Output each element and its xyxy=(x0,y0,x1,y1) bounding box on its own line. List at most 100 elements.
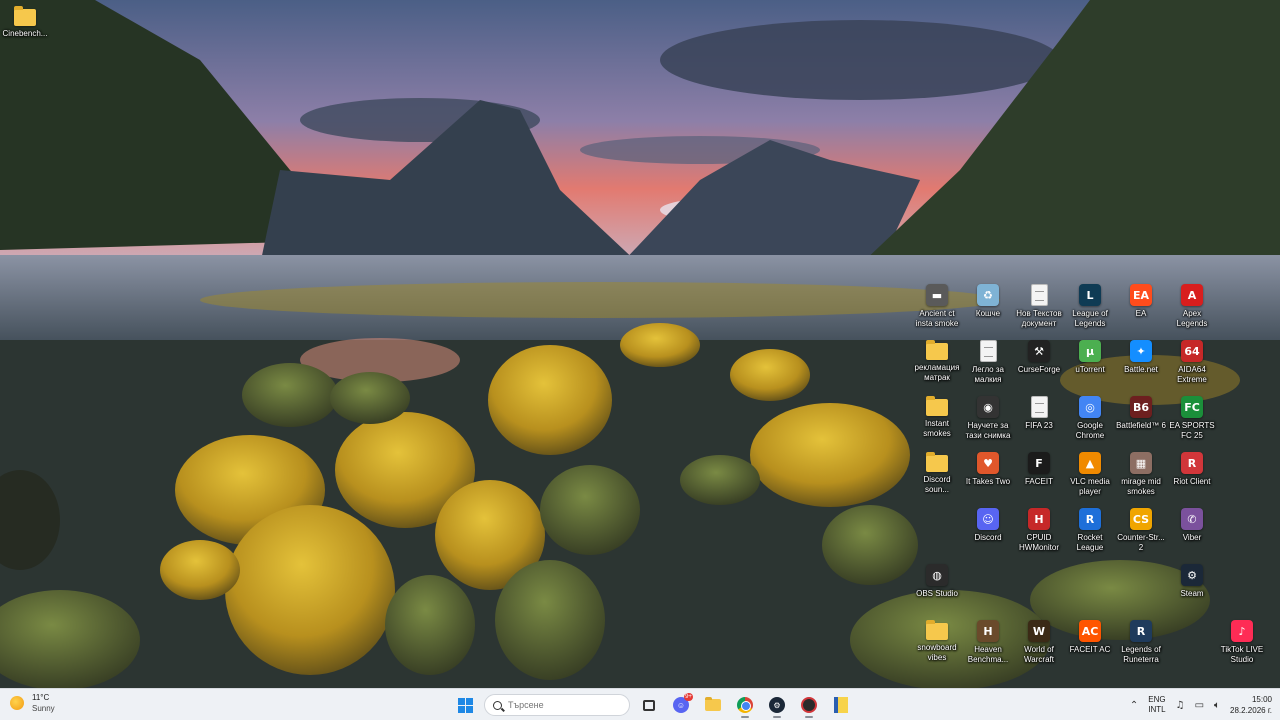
desktop-icon-obs[interactable]: ◍ OBS Studio xyxy=(912,564,962,599)
desktop-icon-world-of-warcraft[interactable]: W World of Warcraft xyxy=(1014,620,1064,665)
desktop-icon-label: Кошче xyxy=(975,309,1001,318)
vlc-icon: ▲ xyxy=(1079,452,1101,474)
chrome-icon: ◎ xyxy=(1079,396,1101,418)
desktop-icon-label: Ancient ct insta smoke xyxy=(915,309,959,328)
desktop-icon-legends-of-runeterra[interactable]: R Legends of Runeterra xyxy=(1116,620,1166,665)
desktop-icon-label: AIDA64 Extreme xyxy=(1177,365,1207,384)
taskbar: 11°C Sunny ☺ 9+ ⚙ xyxy=(0,688,1280,720)
desktop-icon-battlenet[interactable]: ✦ Battle.net xyxy=(1116,340,1166,375)
desktop-icon-folder[interactable]: snowboard vibes xyxy=(912,620,962,663)
desktop-icon-folder[interactable]: рекламация матрак xyxy=(912,340,962,383)
clock-time: 15:00 xyxy=(1251,695,1272,704)
battlenet-icon: ✦ xyxy=(1130,340,1152,362)
desktop-icon-label: TikTok LIVE Studio xyxy=(1220,645,1264,664)
desktop-icon-viber[interactable]: ✆ Viber xyxy=(1167,508,1217,543)
desktop-icon-label: FIFA 23 xyxy=(1025,421,1053,430)
aida64-icon: 64 xyxy=(1181,340,1203,362)
desktop-icon-ea-sports-fc[interactable]: FC EA SPORTS FC 25 xyxy=(1167,396,1217,441)
faceit-ac-icon: AC xyxy=(1079,620,1101,642)
desktop-icon-aida64[interactable]: 64 AIDA64 Extreme xyxy=(1167,340,1217,385)
riot-taskbar-button[interactable] xyxy=(796,692,822,718)
desktop-icon-label: Instant smokes xyxy=(923,419,951,438)
riot-client-icon: R xyxy=(1181,452,1203,474)
clock[interactable]: 15:00 28.2.2026 г. xyxy=(1230,694,1272,716)
steam-taskbar-button[interactable]: ⚙ xyxy=(764,692,790,718)
desktop-icon-league-of-legends[interactable]: L League of Legends xyxy=(1065,284,1115,329)
desktop-icon-label: Riot Client xyxy=(1173,477,1211,486)
rocket-league-icon: R xyxy=(1079,508,1101,530)
desktop-icon-folder[interactable]: Instant smokes xyxy=(912,396,962,439)
discord-taskbar-button[interactable]: ☺ 9+ xyxy=(668,692,694,718)
chrome-taskbar-button[interactable] xyxy=(732,692,758,718)
it-takes-two-icon: ♥ xyxy=(977,452,999,474)
monitor-icon: ▬ xyxy=(926,284,948,306)
desktop-icon-steam[interactable]: ⚙ Steam xyxy=(1167,564,1217,599)
desktop-icon-label: OBS Studio xyxy=(916,589,958,598)
desktop-icon-it-takes-two[interactable]: ♥ It Takes Two xyxy=(963,452,1013,487)
desktop-icon-ea[interactable]: EA EA xyxy=(1116,284,1166,319)
desktop-icon-rocket-league[interactable]: R Rocket League xyxy=(1065,508,1115,553)
desktop-icon-tiktok-live-studio[interactable]: ♪ TikTok LIVE Studio xyxy=(1217,620,1267,665)
chevron-up-icon[interactable]: ⌃ xyxy=(1130,700,1138,711)
desktop-icon-battlefield[interactable]: B6 Battlefield™ 6 xyxy=(1116,396,1166,431)
desktop-icon-hwmonitor[interactable]: H CPUID HWMonitor xyxy=(1014,508,1064,553)
world-of-warcraft-icon: W xyxy=(1028,620,1050,642)
desktop-icon-label: Counter-Str... 2 xyxy=(1117,533,1165,552)
language-indicator[interactable]: ENG INTL xyxy=(1148,695,1165,715)
weather-temperature: 11°C xyxy=(32,693,50,702)
desktop-icon-label: Battlefield™ 6 xyxy=(1116,421,1166,430)
language-code: ENG xyxy=(1148,695,1166,704)
desktop-icon-heaven-benchmark[interactable]: H Heaven Benchma... xyxy=(963,620,1013,665)
task-view-button[interactable] xyxy=(636,692,662,718)
camera-icon: ◉ xyxy=(977,396,999,418)
desktop-icon-recycle-bin[interactable]: ♻ Кошче xyxy=(963,284,1013,319)
desktop-icon-monitor[interactable]: ▬ Ancient ct insta smoke xyxy=(912,284,962,329)
chrome-icon xyxy=(737,697,753,713)
start-button[interactable] xyxy=(452,692,478,718)
viber-icon: ✆ xyxy=(1181,508,1203,530)
weather-widget[interactable]: 11°C Sunny xyxy=(10,692,55,714)
desktop-icon-curseforge[interactable]: ⚒ CurseForge xyxy=(1014,340,1064,375)
desktop-icon-faceit[interactable]: F FACEIT xyxy=(1014,452,1064,487)
steam-icon: ⚙ xyxy=(769,697,785,713)
desktop-icon-vlc[interactable]: ▲ VLC media player xyxy=(1065,452,1115,497)
desktop-icon-text-document[interactable]: Нов Текстов документ xyxy=(1014,284,1064,329)
desktop-icon-label: рекламация матрак xyxy=(914,363,960,382)
desktop-icon-discord[interactable]: ☺ Discord xyxy=(963,508,1013,543)
desktop-icon-text-document[interactable]: FIFA 23 xyxy=(1014,396,1064,431)
desktop-icon-riot-client[interactable]: R Riot Client xyxy=(1167,452,1217,487)
desktop-icon-label: EA xyxy=(1135,309,1147,318)
desktop-icon-faceit-ac[interactable]: AC FACEIT AC xyxy=(1065,620,1115,655)
desktop-icon-apex-legends[interactable]: A Apex Legends xyxy=(1167,284,1217,329)
desktop-icon-label: Лeглo за малкия xyxy=(972,365,1004,384)
desktop-icon-utorrent[interactable]: µ uTorrent xyxy=(1065,340,1115,375)
desktop-icon-label: It Takes Two xyxy=(965,477,1011,486)
desktop-icon-folder[interactable]: Discord soun... xyxy=(912,452,962,495)
desktop-icon-cinebench[interactable]: Cinebench... xyxy=(0,6,50,39)
volume-icon[interactable]: 🔈︎ xyxy=(1214,700,1220,711)
desktop-icon-label: Cinebench... xyxy=(2,29,48,38)
file-explorer-taskbar-button[interactable] xyxy=(700,692,726,718)
battlefield-icon: B6 xyxy=(1130,396,1152,418)
taskbar-search[interactable] xyxy=(484,694,630,716)
desktop-icon-label: CPUID HWMonitor xyxy=(1018,533,1059,552)
network-icon[interactable]: ▭ xyxy=(1195,700,1204,711)
desktop-icon-counter-strike[interactable]: CS Counter-Str... 2 xyxy=(1116,508,1166,553)
text-document-icon xyxy=(979,340,997,362)
notes-taskbar-button[interactable] xyxy=(828,692,854,718)
desktop-icon-text-document[interactable]: Лeглo за малкия xyxy=(963,340,1013,385)
task-view-icon xyxy=(643,699,655,711)
riot-client-icon xyxy=(801,697,817,713)
desktop-icon-camera[interactable]: ◉ Научете за тази снимка xyxy=(963,396,1013,441)
search-input[interactable] xyxy=(508,700,618,710)
desktop-icon-image-file[interactable]: ▦ mirage mid smokes xyxy=(1116,452,1166,497)
taskbar-apps: ☺ 9+ ⚙ xyxy=(452,692,854,718)
counter-strike-icon: CS xyxy=(1130,508,1152,530)
desktop-icon-label: Google Chrome xyxy=(1075,421,1105,440)
desktop-icon-chrome[interactable]: ◎ Google Chrome xyxy=(1065,396,1115,441)
desktop-icon-label: Heaven Benchma... xyxy=(967,645,1009,664)
microphone-icon[interactable]: ♫ xyxy=(1176,700,1185,711)
system-tray: ⌃ ENG INTL ♫ ▭ 🔈︎ 15:00 28.2.2026 г. xyxy=(1130,692,1272,718)
image-file-icon: ▦ xyxy=(1130,452,1152,474)
file-explorer-icon xyxy=(705,697,721,711)
